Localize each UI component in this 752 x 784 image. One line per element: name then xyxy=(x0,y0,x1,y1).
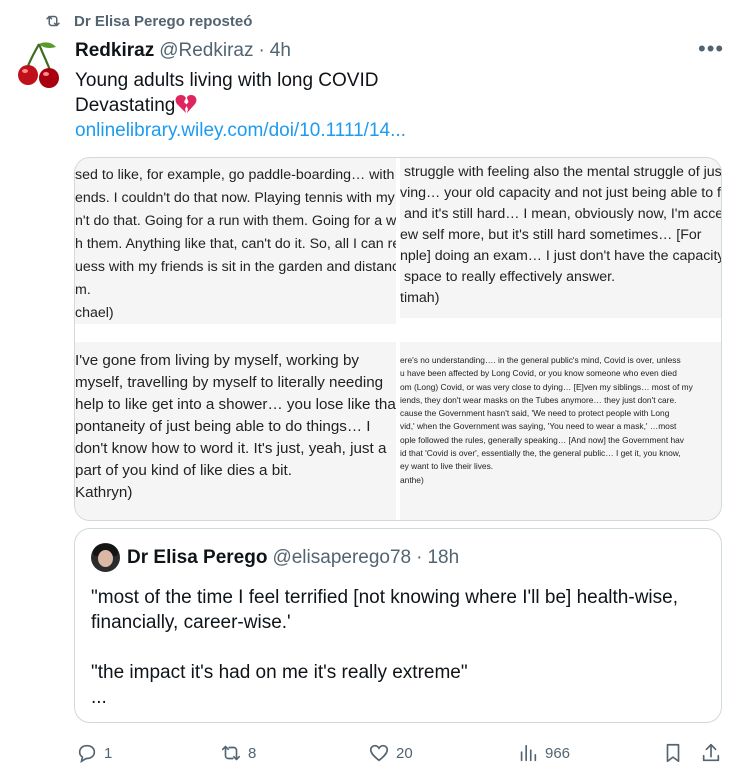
quoted-header: Dr Elisa Perego @elisaperego78 · 18h xyxy=(127,547,459,569)
like-button[interactable]: 20 xyxy=(368,742,413,764)
post-time[interactable]: 4h xyxy=(270,40,291,62)
media-grid[interactable]: sed to like, for example, go paddle-boar… xyxy=(74,157,722,521)
like-count: 20 xyxy=(396,744,413,762)
media-image-3[interactable]: I've gone from living by myself, working… xyxy=(75,342,396,520)
action-bar: 1 8 20 966 xyxy=(0,738,752,768)
quoted-author-name: Dr Elisa Perego xyxy=(127,547,268,568)
bookmark-button[interactable] xyxy=(662,742,684,764)
views-button[interactable]: 966 xyxy=(517,742,570,764)
post-text: Young adults living with long COVID Deva… xyxy=(75,68,406,143)
quoted-text: "most of the time I feel terrified [not … xyxy=(91,585,711,710)
media-image-1[interactable]: sed to like, for example, go paddle-boar… xyxy=(75,158,396,324)
post-header: Redkiraz @Redkiraz · 4h xyxy=(75,40,291,62)
quoted-text-spacer xyxy=(91,635,711,660)
article-link[interactable]: onlinelibrary.wiley.com/doi/10.1111/14..… xyxy=(75,118,406,143)
reply-count: 1 xyxy=(104,744,113,762)
reply-icon xyxy=(78,744,96,763)
quoted-author-handle: @elisaperego78 xyxy=(272,547,412,568)
media-image-text: sed to like, for example, go paddle-boar… xyxy=(75,167,396,321)
repost-text[interactable]: Dr Elisa Perego reposteó xyxy=(74,13,252,30)
quoted-post[interactable]: Dr Elisa Perego @elisaperego78 · 18h "mo… xyxy=(74,528,722,723)
author-name[interactable]: Redkiraz xyxy=(75,40,154,62)
share-button[interactable] xyxy=(700,742,722,764)
repost-icon xyxy=(221,745,241,761)
repost-context[interactable]: Dr Elisa Perego reposteó xyxy=(44,12,252,30)
media-image-4[interactable]: ere's no understanding…. in the general … xyxy=(400,342,721,520)
post-text-line: Young adults living with long COVID xyxy=(75,70,379,91)
repost-count: 8 xyxy=(248,744,257,762)
post-text-line: Devastating xyxy=(75,93,406,118)
quoted-time: 18h xyxy=(427,547,460,568)
more-icon[interactable]: ••• xyxy=(698,38,724,64)
quoted-text-line: ... xyxy=(91,687,107,708)
quoted-avatar[interactable] xyxy=(91,543,120,572)
views-icon xyxy=(520,744,537,762)
quoted-text-line: "the impact it's had on me it's really e… xyxy=(91,662,468,683)
repost-button[interactable]: 8 xyxy=(220,742,256,764)
post-text-word: Devastating xyxy=(75,95,176,116)
views-count: 966 xyxy=(545,744,571,762)
avatar-face xyxy=(98,550,113,567)
share-icon xyxy=(702,743,720,762)
broken-heart-icon xyxy=(175,95,197,113)
cherry-icon[interactable] xyxy=(16,40,62,90)
reply-button[interactable]: 1 xyxy=(76,742,112,764)
media-image-text: ere's no understanding…. in the general … xyxy=(400,355,693,485)
author-handle[interactable]: @Redkiraz xyxy=(159,40,253,62)
separator-dot: · xyxy=(258,40,265,61)
separator-dot: · xyxy=(416,547,423,568)
bookmark-icon xyxy=(666,743,680,763)
heart-icon xyxy=(369,744,389,762)
media-image-2[interactable]: struggle with feeling also the mental st… xyxy=(400,158,722,318)
repost-icon xyxy=(46,15,60,27)
media-image-text: I've gone from living by myself, working… xyxy=(75,352,396,501)
quoted-text-line: "most of the time I feel terrified [not … xyxy=(91,587,678,608)
media-image-text: struggle with feeling also the mental st… xyxy=(400,164,722,306)
quoted-text-line: financially, career-wise.' xyxy=(91,612,291,633)
